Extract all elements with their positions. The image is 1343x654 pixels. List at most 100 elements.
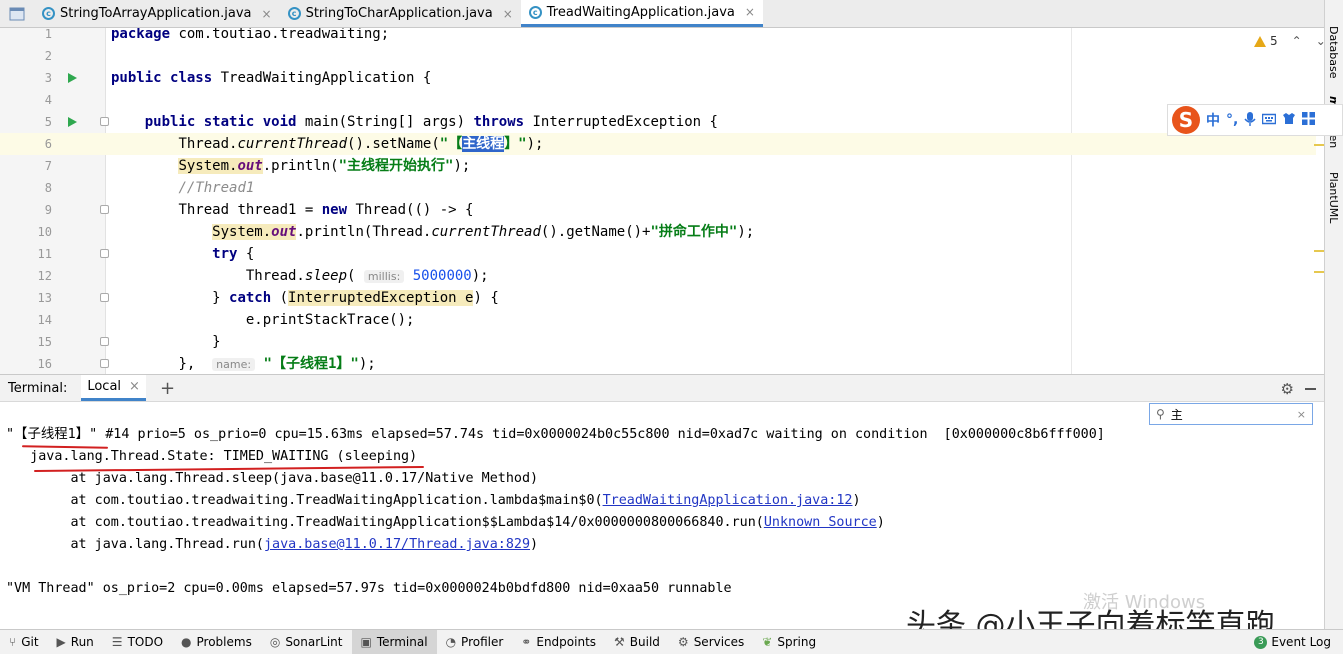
close-icon[interactable]: × — [745, 5, 755, 19]
terminal-line: "【子线程1】" #14 prio=5 os_prio=0 cpu=15.63m… — [6, 427, 1105, 442]
scroll-marker[interactable] — [1314, 144, 1324, 146]
source-link[interactable]: java.base@11.0.17/Thread.java:829 — [264, 537, 530, 552]
code-line: 8 //Thread1 — [0, 177, 1316, 199]
event-log-label: Event Log — [1271, 635, 1331, 649]
database-panel-button[interactable]: Database — [1327, 26, 1340, 79]
code-line: 16 }, name: "【子线程1】"); — [0, 353, 1316, 374]
close-icon[interactable]: × — [129, 379, 140, 394]
microphone-icon[interactable] — [1244, 111, 1256, 130]
fold-icon[interactable] — [100, 249, 109, 258]
parameter-hint: millis: — [363, 270, 405, 283]
source-link[interactable]: Unknown Source — [764, 515, 877, 530]
keyboard-icon[interactable] — [1262, 113, 1277, 128]
java-class-icon: c — [42, 7, 55, 20]
fold-icon[interactable] — [100, 359, 109, 368]
list-icon: ☰ — [111, 635, 123, 649]
endpoints-icon: ⚭ — [521, 635, 532, 649]
git-branch-icon: ⑂ — [9, 635, 17, 649]
sogou-logo-icon[interactable]: S — [1172, 106, 1200, 134]
line-number: 13 — [37, 291, 52, 305]
line-number: 10 — [37, 225, 52, 239]
terminal-tab-label: Local — [87, 379, 122, 394]
terminal-line: "VM Thread" os_prio=2 cpu=0.00ms elapsed… — [6, 581, 732, 596]
run-tool-button[interactable]: ▶ Run — [48, 630, 103, 654]
line-number: 5 — [44, 115, 52, 129]
code-line: 5 public static void main(String[] args)… — [0, 111, 1316, 133]
sonarlint-tool-button[interactable]: ◎ SonarLint — [261, 630, 352, 654]
terminal-tool-button[interactable]: ▣ Terminal — [351, 630, 437, 654]
problems-tool-button[interactable]: ● Problems — [172, 630, 261, 654]
event-log-badge: 3 — [1254, 635, 1268, 649]
spring-leaf-icon: ❦ — [762, 635, 773, 649]
java-class-icon: c — [287, 7, 301, 20]
fold-icon[interactable] — [100, 337, 109, 346]
project-view-icon[interactable] — [0, 0, 34, 27]
chevron-up-icon[interactable]: ⌃ — [1292, 34, 1302, 48]
plantuml-panel-button[interactable]: PlantUML — [1327, 172, 1340, 223]
skin-shirt-icon[interactable] — [1282, 112, 1296, 128]
terminal-title: Terminal: — [8, 380, 68, 396]
tool-window-bar: ⑂ Git ▶ Run ☰ TODO ● Problems ◎ SonarLint ▣ Te… — [0, 629, 1343, 654]
code-editor[interactable]: 1 package com.toutiao.treadwaiting; 2 3 … — [0, 28, 1324, 374]
chevron-down-icon[interactable]: ⌄ — [1316, 34, 1324, 48]
search-input[interactable]: 主 — [1171, 406, 1183, 423]
services-tool-button[interactable]: ⚙ Services — [669, 630, 753, 654]
line-number: 16 — [37, 357, 52, 371]
new-terminal-button[interactable]: + — [160, 378, 175, 399]
ime-toolbar: S 中 °, — [1167, 104, 1343, 136]
hammer-icon: ⚒ — [614, 635, 625, 649]
todo-tool-button[interactable]: ☰ TODO — [103, 630, 172, 654]
search-icon: ⚲ — [1156, 407, 1165, 421]
close-icon[interactable]: × — [262, 7, 272, 21]
problems-icon: ● — [181, 635, 192, 649]
gear-icon[interactable]: ⚙ — [1281, 380, 1294, 398]
editor-tab-bar: c StringToArrayApplication.java × c Stri… — [0, 0, 1324, 28]
git-tool-button[interactable]: ⑂ Git — [0, 630, 48, 654]
scroll-marker[interactable] — [1314, 271, 1324, 273]
minimize-icon[interactable] — [1305, 388, 1316, 390]
ime-mode-toggle[interactable]: 中 — [1206, 110, 1220, 130]
inspection-widget[interactable]: 5 ⌃ ⌄ — [1254, 34, 1324, 48]
code-line: 13 } catch (InterruptedException e) { — [0, 287, 1316, 309]
build-tool-button[interactable]: ⚒ Build — [605, 630, 669, 654]
spring-tool-button[interactable]: ❦ Spring — [753, 630, 825, 654]
code-line: 14 e.printStackTrace(); — [0, 309, 1316, 331]
profiler-tool-button[interactable]: ◔ Profiler — [437, 630, 513, 654]
line-number: 11 — [37, 247, 52, 261]
line-number: 9 — [44, 203, 52, 217]
tab-tread-waiting[interactable]: c TreadWaitingApplication.java × — [520, 0, 763, 27]
tab-label: TreadWaitingApplication.java — [546, 4, 735, 20]
terminal-header: Terminal: Local × + ⚙ — [0, 374, 1324, 402]
text-selection: 主线程 — [462, 136, 505, 152]
code-line: 15 } — [0, 331, 1316, 353]
line-number: 3 — [44, 71, 52, 85]
code-line: 12 Thread.sleep( millis: 5000000); — [0, 265, 1316, 287]
fold-icon[interactable] — [100, 293, 109, 302]
terminal-line: at com.toutiao.treadwaiting.TreadWaiting… — [6, 493, 861, 508]
source-link[interactable]: TreadWaitingApplication.java:12 — [603, 493, 853, 508]
tab-string-to-array[interactable]: c StringToArrayApplication.java × — [34, 0, 280, 27]
endpoints-tool-button[interactable]: ⚭ Endpoints — [512, 630, 605, 654]
scroll-marker[interactable] — [1314, 250, 1324, 252]
tab-terminal-local[interactable]: Local × — [81, 375, 146, 401]
clear-search-icon[interactable]: × — [1297, 408, 1306, 421]
terminal-line: java.lang.Thread.State: TIMED_WAITING (s… — [6, 449, 418, 464]
terminal-search-field[interactable]: ⚲ 主 × — [1149, 403, 1313, 425]
line-number: 8 — [44, 181, 52, 195]
run-class-icon[interactable] — [68, 73, 77, 83]
profiler-icon: ◔ — [445, 635, 457, 649]
parameter-hint: name: — [212, 358, 256, 371]
run-main-icon[interactable] — [68, 117, 77, 127]
ime-punctuation-toggle[interactable]: °, — [1226, 112, 1238, 128]
fold-icon[interactable] — [100, 205, 109, 214]
code-line-current: 6 Thread.currentThread().setName("【主线程】"… — [0, 133, 1316, 155]
toolbox-grid-icon[interactable] — [1302, 112, 1316, 128]
line-number: 7 — [44, 159, 52, 173]
event-log-button[interactable]: 3 Event Log — [1254, 630, 1331, 654]
close-icon[interactable]: × — [503, 7, 513, 21]
fold-icon[interactable] — [100, 117, 109, 126]
tab-string-to-char[interactable]: c StringToCharApplication.java × — [280, 0, 521, 27]
code-line: 9 Thread thread1 = new Thread(() -> { — [0, 199, 1316, 221]
sonarlint-icon: ◎ — [269, 635, 281, 649]
line-number: 4 — [44, 93, 52, 107]
